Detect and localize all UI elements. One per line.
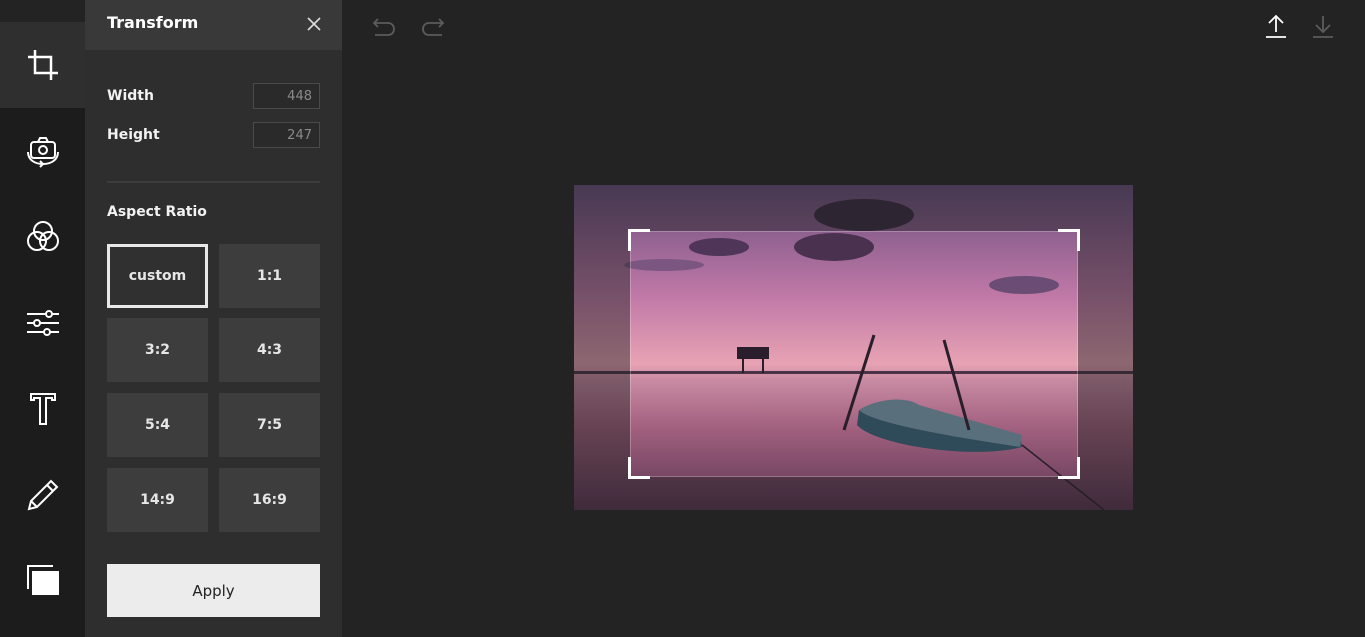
apply-button[interactable]: Apply	[107, 564, 320, 617]
crop-handle-bottom-right[interactable]	[1058, 457, 1080, 479]
sidebar-item-text[interactable]	[0, 366, 85, 452]
ratio-14-9-button[interactable]: 14:9	[107, 468, 208, 532]
ratio-5-4-button[interactable]: 5:4	[107, 393, 208, 457]
layers-icon	[26, 565, 59, 595]
aspect-ratio-title: Aspect Ratio	[107, 204, 207, 220]
sidebar-item-layers[interactable]	[0, 538, 85, 624]
height-label: Height	[107, 127, 160, 143]
panel-title: Transform	[107, 13, 199, 32]
crop-handle-bottom-left[interactable]	[628, 457, 650, 479]
sidebar-item-filters[interactable]	[0, 194, 85, 280]
ratio-7-5-button[interactable]: 7:5	[219, 393, 320, 457]
crop-box[interactable]	[628, 229, 1080, 479]
image-canvas[interactable]	[574, 185, 1133, 510]
redo-icon[interactable]	[420, 14, 446, 38]
width-row: Width	[107, 83, 320, 109]
ratio-16-9-button[interactable]: 16:9	[219, 468, 320, 532]
sliders-icon	[26, 310, 59, 336]
download-icon[interactable]	[1311, 13, 1335, 39]
transform-panel: Transform Width Height Aspect Ratio cust…	[85, 0, 342, 637]
color-filter-icon	[26, 221, 59, 251]
ratio-4-3-button[interactable]: 4:3	[219, 318, 320, 382]
ratio-custom-button[interactable]: custom	[107, 244, 208, 308]
width-label: Width	[107, 88, 154, 104]
height-row: Height	[107, 122, 320, 148]
height-input[interactable]	[253, 122, 320, 148]
tool-sidebar	[0, 0, 85, 637]
crop-mask-top	[574, 185, 1133, 231]
panel-header: Transform	[85, 0, 342, 50]
camera-rotate-icon	[26, 137, 59, 168]
sidebar-item-adjust[interactable]	[0, 280, 85, 366]
sidebar-item-draw[interactable]	[0, 452, 85, 538]
pencil-icon	[27, 479, 58, 511]
close-icon[interactable]	[306, 16, 322, 32]
crop-icon	[27, 50, 58, 80]
undo-icon[interactable]	[371, 14, 397, 38]
width-input[interactable]	[253, 83, 320, 109]
rail-top-spacer	[0, 0, 85, 22]
crop-handle-top-left[interactable]	[628, 229, 650, 251]
ratio-1-1-button[interactable]: 1:1	[219, 244, 320, 308]
crop-mask-right	[1078, 231, 1133, 477]
text-icon	[29, 393, 56, 425]
crop-mask-bottom	[574, 477, 1133, 510]
divider	[107, 181, 320, 183]
crop-handle-top-right[interactable]	[1058, 229, 1080, 251]
ratio-3-2-button[interactable]: 3:2	[107, 318, 208, 382]
sidebar-item-crop[interactable]	[0, 22, 85, 108]
crop-mask-left	[574, 231, 630, 477]
sidebar-item-rotate[interactable]	[0, 108, 85, 194]
upload-icon[interactable]	[1264, 13, 1288, 39]
